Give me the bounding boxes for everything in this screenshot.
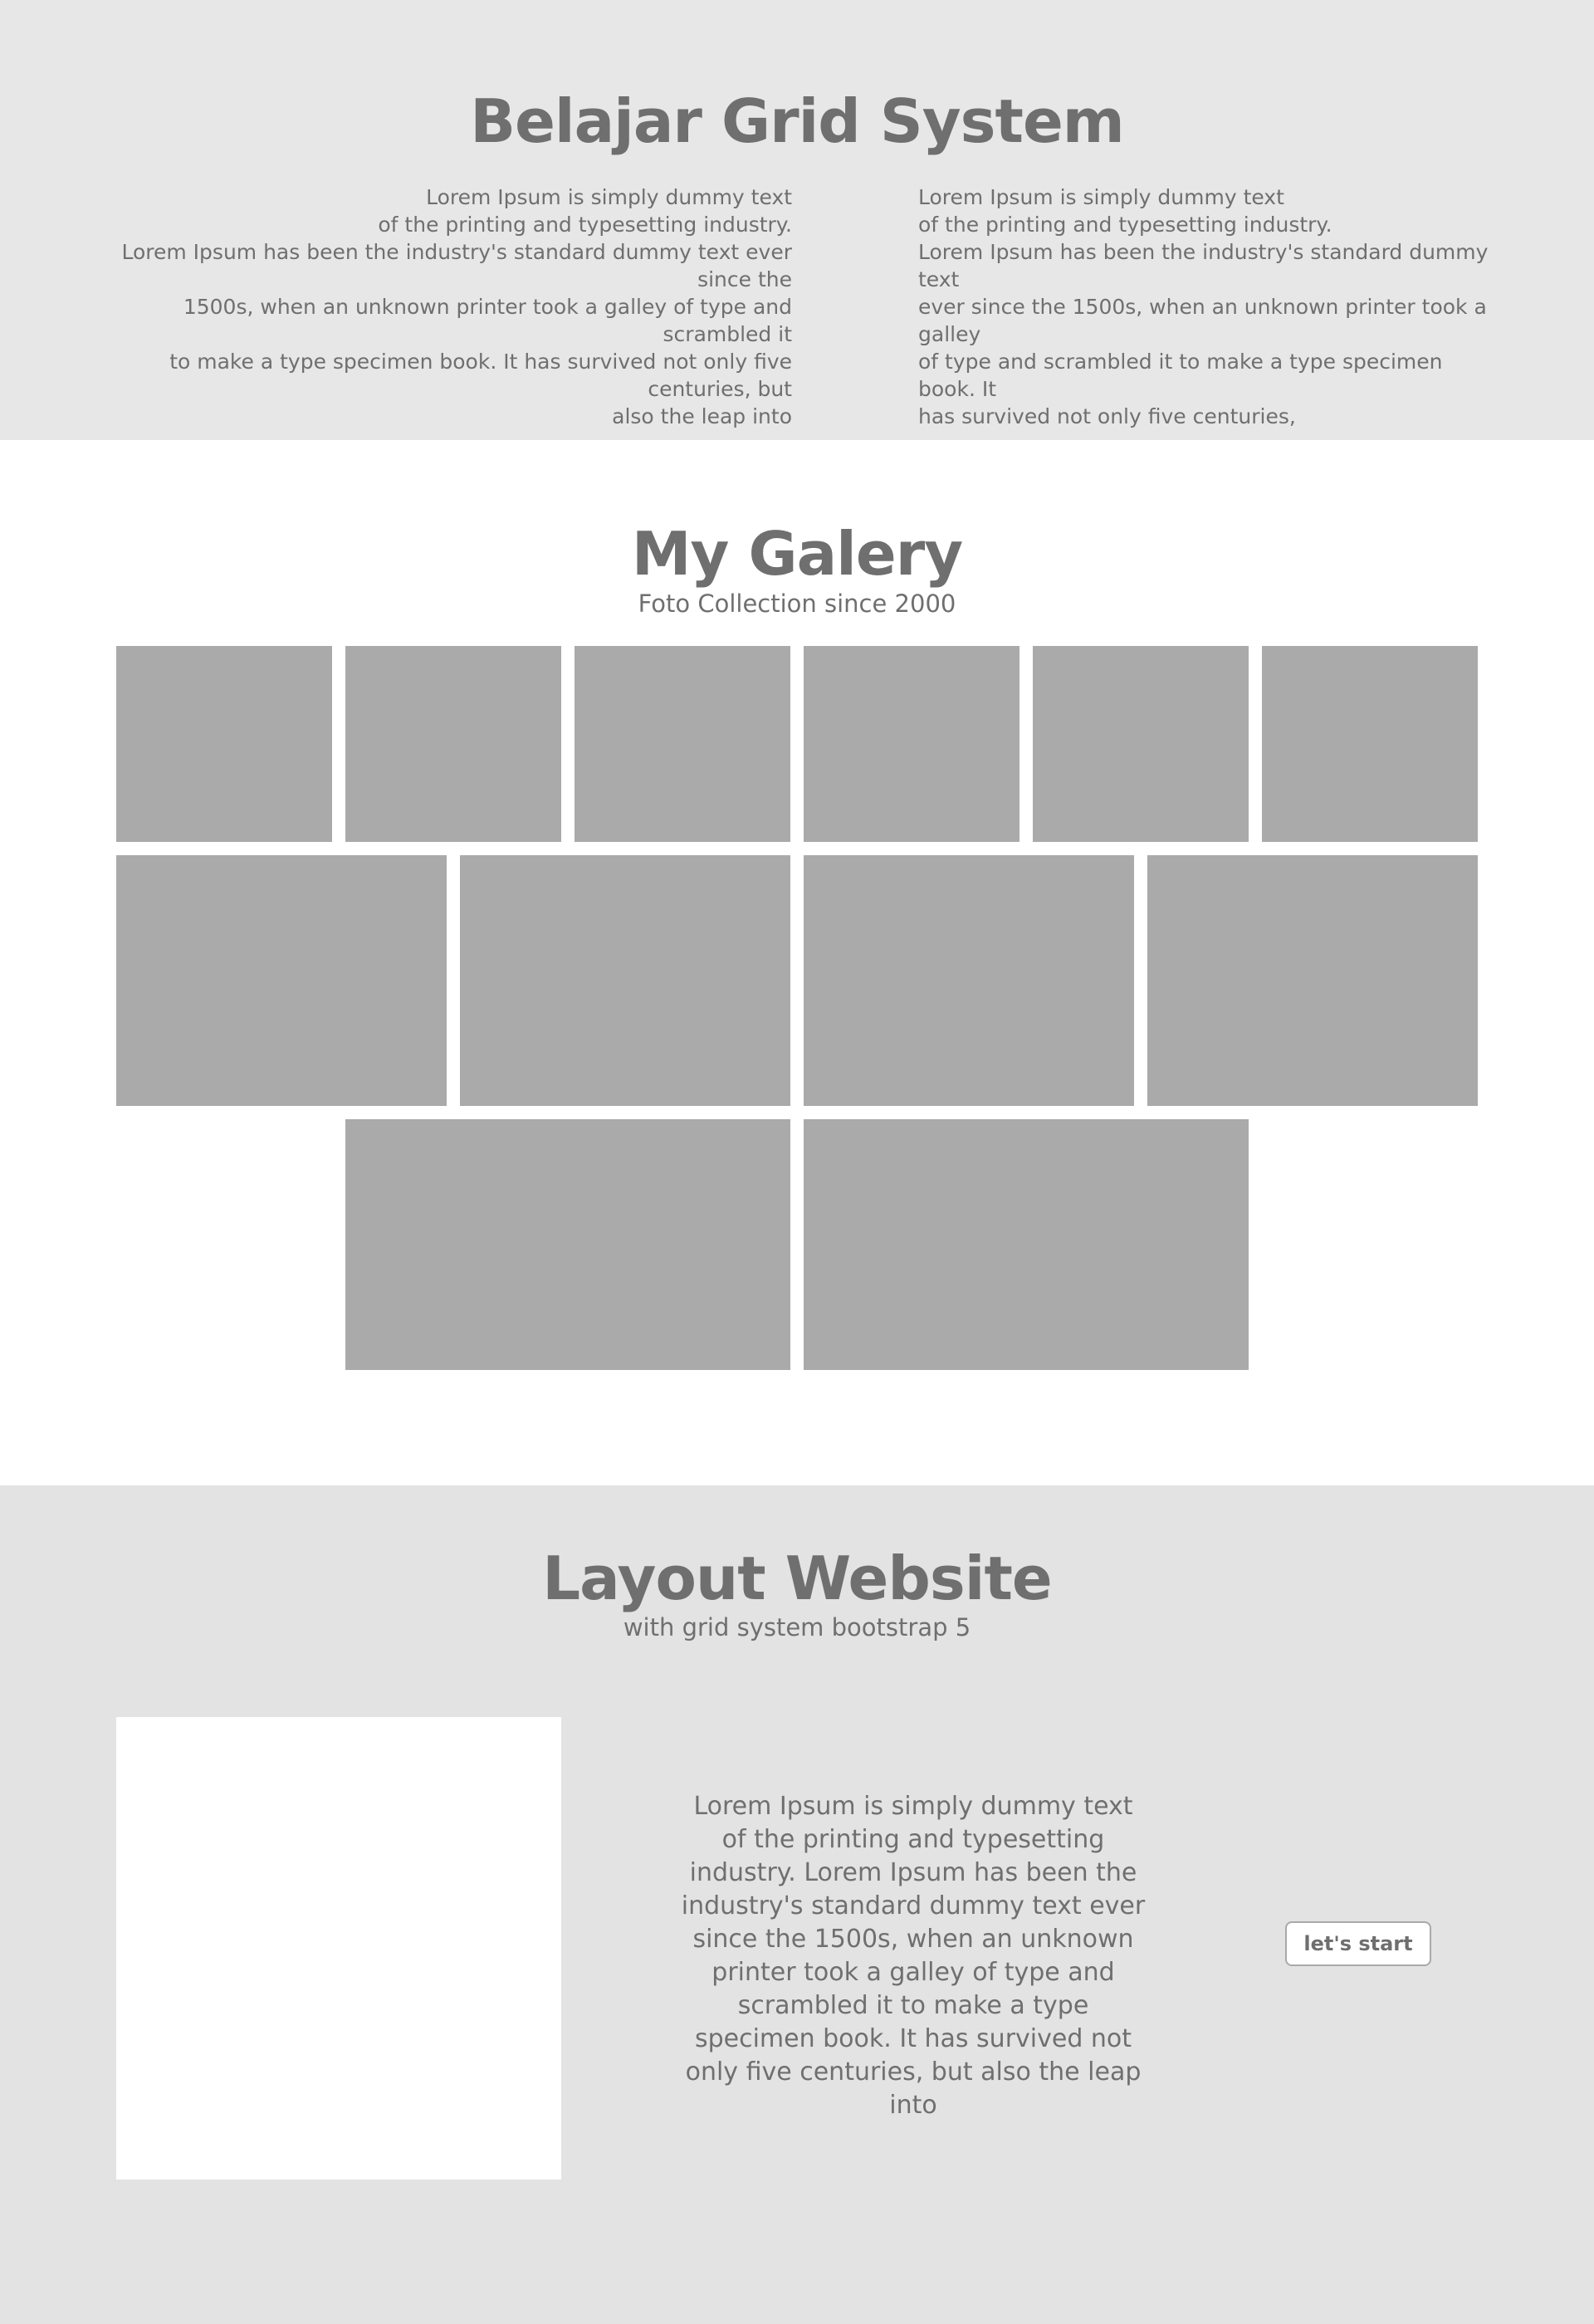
grid-right-text: Lorem Ipsum is simply dummy text of the …	[918, 185, 1489, 428]
lets-start-button[interactable]: let's start	[1285, 1921, 1431, 1966]
gallery-photo	[116, 855, 447, 1106]
gallery-photo	[575, 646, 790, 842]
grid-left-text: Lorem Ipsum is simply dummy text of the …	[121, 185, 792, 428]
grid-section-title: Belajar Grid System	[470, 86, 1125, 156]
gallery-photo	[460, 855, 790, 1106]
gallery-photo	[804, 646, 1019, 842]
grid-section: Belajar Grid System Lorem Ipsum is simpl…	[0, 0, 1594, 440]
gallery-photo	[345, 646, 561, 842]
gallery-photo	[1147, 855, 1478, 1106]
gallery-photo	[116, 646, 332, 842]
layout-body-text: Lorem Ipsum is simply dummy text of the …	[681, 1792, 1146, 2120]
galery-section: My Galery Foto Collection since 2000	[0, 440, 1594, 1485]
image-placeholder	[116, 1717, 561, 2180]
gallery-photo	[1262, 646, 1478, 842]
layout-subtitle: with grid system bootstrap 5	[623, 1613, 971, 1641]
gallery-photo	[345, 1119, 790, 1370]
layout-title: Layout Website	[542, 1544, 1052, 1613]
gallery-photo	[804, 855, 1134, 1106]
gallery-photo	[1033, 646, 1249, 842]
galery-title: My Galery	[631, 519, 963, 589]
gallery-photo	[804, 1119, 1249, 1370]
galery-subtitle: Foto Collection since 2000	[638, 590, 956, 618]
layout-section: Layout Website with grid system bootstra…	[0, 1485, 1594, 2324]
